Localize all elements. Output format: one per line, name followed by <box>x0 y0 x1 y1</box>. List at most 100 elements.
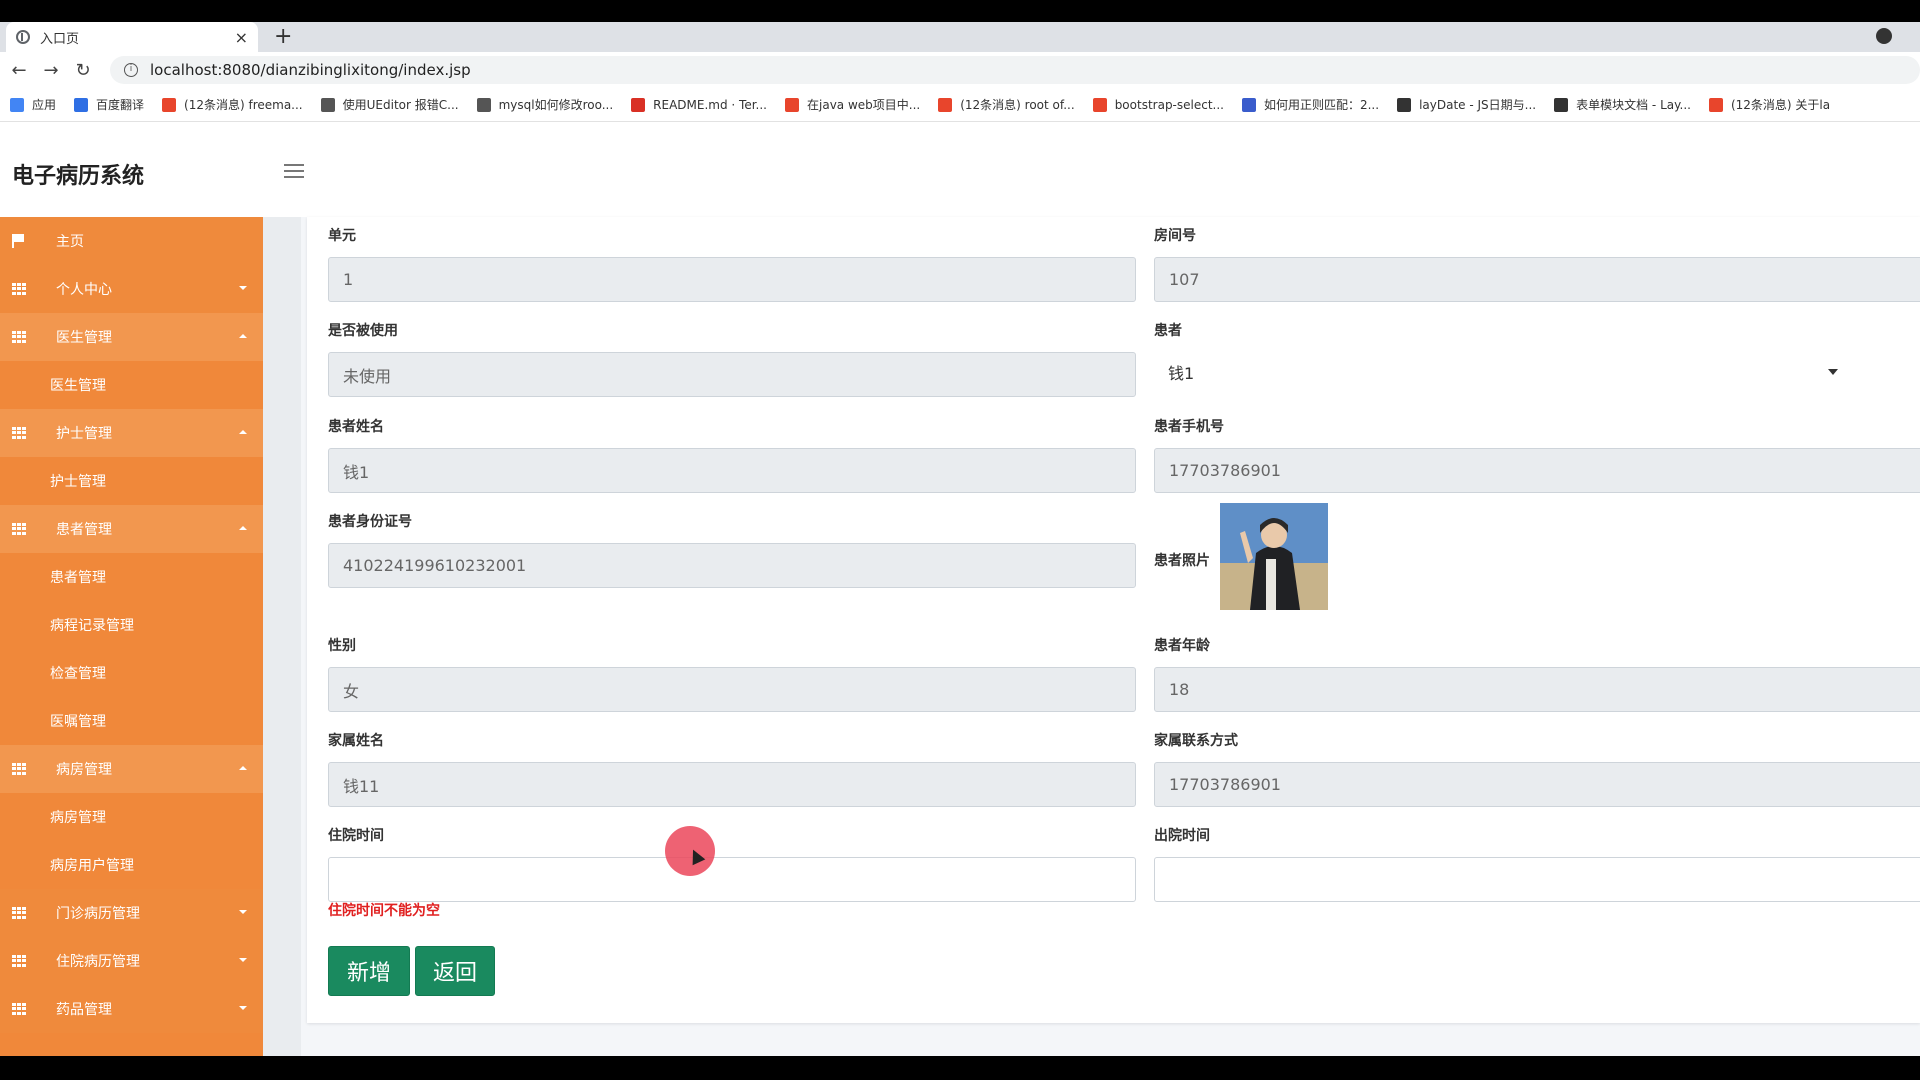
used-label: 是否被使用 <box>328 323 398 339</box>
gender-label: 性别 <box>328 638 356 654</box>
bookmark-favicon-icon <box>1241 97 1256 112</box>
discharge-time-input[interactable] <box>1154 857 1920 902</box>
admit-time-field: 住院时间 <box>328 825 1136 902</box>
sidebar-item[interactable]: 检查管理 <box>0 649 263 697</box>
sidebar-item-label: 护士管理 <box>56 426 112 442</box>
age-field: 患者年龄 18 <box>1154 635 1920 712</box>
sidebar-item[interactable]: 病房用户管理 <box>0 841 263 889</box>
patient-photo-label: 患者照片 <box>1154 553 1210 569</box>
gender-input[interactable]: 女 <box>328 667 1136 712</box>
sidebar-item[interactable]: 患者管理 <box>0 553 263 601</box>
close-tab-icon[interactable]: × <box>235 28 248 47</box>
sidebar-group[interactable]: 医生管理 <box>0 313 263 361</box>
sidebar-item-label: 门诊病历管理 <box>56 906 140 922</box>
back-button[interactable]: 返回 <box>415 946 495 996</box>
bookmark-item[interactable]: bootstrap-select... <box>1092 97 1224 112</box>
bookmark-item[interactable]: mysql如何修改roo... <box>476 96 613 113</box>
caret-up-icon <box>239 334 247 338</box>
sidebar-item[interactable]: 医生管理 <box>0 361 263 409</box>
info-icon[interactable]: i <box>124 63 138 77</box>
sidebar-group[interactable]: 患者管理 <box>0 505 263 553</box>
unit-label: 单元 <box>328 228 356 244</box>
new-tab-button[interactable]: + <box>274 24 292 49</box>
patient-photo <box>1220 503 1328 610</box>
bookmark-item[interactable]: 应用 <box>10 96 56 113</box>
app: 电子病历系统 主页 个人中心 医生管理 医生管理 护士管理 护士管理 患者管理 患者管理 病程… <box>0 122 1920 1056</box>
patient-select[interactable]: 钱1 <box>1154 352 1852 392</box>
bookmark-item[interactable]: 在java web项目中... <box>785 96 920 113</box>
sidebar-item[interactable]: 医嘱管理 <box>0 697 263 745</box>
sidebar-item-label: 患者管理 <box>56 522 112 538</box>
sidebar-item-label: 药品管理 <box>56 1002 112 1018</box>
sidebar-group[interactable]: 药品管理 <box>0 985 263 1033</box>
bookmark-item[interactable]: (12条消息) 关于la <box>1708 96 1830 113</box>
sidebar-item-label: 住院病历管理 <box>56 954 140 970</box>
bookmark-item[interactable]: 百度翻译 <box>74 96 144 113</box>
menu-toggle-icon[interactable] <box>284 164 304 182</box>
sidebar-item[interactable]: 护士管理 <box>0 457 263 505</box>
bookmark-label: layDate - JS日期与... <box>1419 98 1537 112</box>
sidebar-item-label: 主页 <box>56 234 84 250</box>
sidebar-item-label: 病房用户管理 <box>50 858 134 874</box>
patient-name-field: 患者姓名 钱1 <box>328 416 1136 493</box>
sidebar-group[interactable]: 个人中心 <box>0 265 263 313</box>
family-name-input[interactable]: 钱11 <box>328 762 1136 807</box>
bookmark-label: 百度翻译 <box>96 98 145 112</box>
grid-icon <box>12 523 26 535</box>
bookmark-item[interactable]: 如何用正则匹配：2... <box>1241 96 1380 113</box>
globe-icon <box>16 30 30 44</box>
bookmark-item[interactable]: layDate - JS日期与... <box>1397 96 1536 113</box>
age-input[interactable]: 18 <box>1154 667 1920 712</box>
grid-icon <box>12 955 26 967</box>
back-arrow-icon[interactable]: ← <box>6 60 32 81</box>
grid-icon <box>12 763 26 775</box>
bookmark-item[interactable]: README.md · Ter... <box>631 97 767 112</box>
bookmark-label: (12条消息) freema... <box>184 98 303 112</box>
sidebar-item[interactable]: 病房管理 <box>0 793 263 841</box>
bookmark-favicon-icon <box>476 97 491 112</box>
forward-arrow-icon[interactable]: → <box>38 60 64 81</box>
url-text: localhost:8080/dianzibinglixitong/index.… <box>150 61 471 79</box>
bookmark-item[interactable]: 使用UEditor 报错C... <box>320 96 459 113</box>
patient-field: 患者 钱1 <box>1154 320 1852 392</box>
add-button[interactable]: 新增 <box>328 946 410 996</box>
address-bar: ← → ↻ i localhost:8080/dianzibinglixiton… <box>0 52 1920 88</box>
bookmark-label: (12条消息) root of... <box>960 98 1075 112</box>
family-contact-input[interactable]: 17703786901 <box>1154 762 1920 807</box>
reload-icon[interactable]: ↻ <box>70 60 96 81</box>
sidebar-group[interactable]: 护士管理 <box>0 409 263 457</box>
patient-phone-field: 患者手机号 17703786901 <box>1154 416 1920 493</box>
tab-search-icon[interactable] <box>1876 28 1892 44</box>
bookmark-label: bootstrap-select... <box>1114 97 1224 112</box>
patient-photo-field: 患者照片 <box>1154 550 1224 582</box>
sidebar-item[interactable]: 病程记录管理 <box>0 601 263 649</box>
patient-id-input[interactable]: 410224199610232001 <box>328 543 1136 588</box>
sidebar-group[interactable]: 门诊病历管理 <box>0 889 263 937</box>
bookmark-favicon-icon <box>1708 97 1723 112</box>
room-input[interactable]: 107 <box>1154 257 1920 302</box>
apps-grid-icon <box>10 97 24 112</box>
patient-phone-input[interactable]: 17703786901 <box>1154 448 1920 493</box>
bookmark-label: 如何用正则匹配：2... <box>1263 98 1380 112</box>
bookmark-favicon-icon <box>1554 97 1569 112</box>
bookmark-item[interactable]: (12条消息) root of... <box>938 96 1075 113</box>
sidebar-item-home[interactable]: 主页 <box>0 217 263 265</box>
grid-icon <box>12 427 26 439</box>
caret-up-icon <box>239 526 247 530</box>
bookmark-item[interactable]: (12条消息) freema... <box>162 96 303 113</box>
sidebar-item-label: 病房管理 <box>56 762 112 778</box>
admit-time-input[interactable] <box>328 857 1136 902</box>
browser-tab[interactable]: 入口页 × <box>6 22 258 52</box>
bookmark-favicon-icon <box>631 97 646 112</box>
url-input[interactable]: i localhost:8080/dianzibinglixitong/inde… <box>110 56 1920 84</box>
patient-name-input[interactable]: 钱1 <box>328 448 1136 493</box>
sidebar-group[interactable]: 住院病历管理 <box>0 937 263 985</box>
sidebar-group[interactable]: 病房管理 <box>0 745 263 793</box>
grid-icon <box>12 907 26 919</box>
unit-input[interactable]: 1 <box>328 257 1136 302</box>
bookmark-item[interactable]: 表单模块文档 - Lay... <box>1554 96 1691 113</box>
tab-title: 入口页 <box>40 31 80 47</box>
used-input[interactable]: 未使用 <box>328 352 1136 397</box>
room-field: 房间号 107 <box>1154 225 1920 302</box>
patient-name-label: 患者姓名 <box>328 419 384 435</box>
